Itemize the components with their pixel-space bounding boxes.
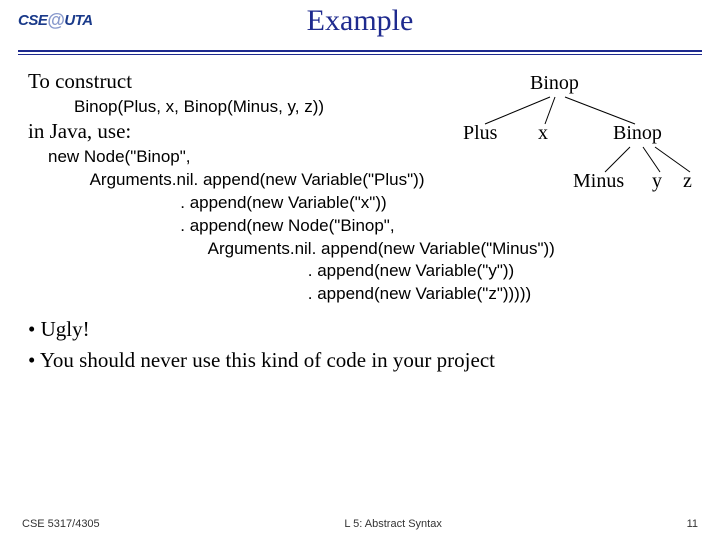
- slide-title: Example: [0, 4, 720, 38]
- bullet-item: You should never use this kind of code i…: [28, 347, 710, 373]
- tree-node-minus: Minus: [573, 170, 624, 193]
- tree-node-plus: Plus: [463, 122, 497, 145]
- tree-node-root: Binop: [530, 72, 579, 95]
- bullet-list: Ugly! You should never use this kind of …: [28, 316, 710, 373]
- tree-node-z: z: [683, 170, 692, 193]
- tree-node-binop2: Binop: [613, 122, 662, 145]
- tree-node-y: y: [652, 170, 662, 193]
- footer: CSE 5317/4305 L 5: Abstract Syntax 11: [22, 518, 698, 530]
- footer-course: CSE 5317/4305: [22, 518, 100, 530]
- bullet-item: Ugly!: [28, 316, 710, 342]
- tree-node-x: x: [538, 122, 548, 145]
- title-rule-thick: [18, 50, 702, 52]
- footer-page: 11: [687, 518, 698, 530]
- parse-tree: Binop Plus x Binop Minus y z: [455, 72, 700, 202]
- title-rule-thin: [18, 54, 702, 55]
- footer-lecture: L 5: Abstract Syntax: [344, 518, 441, 530]
